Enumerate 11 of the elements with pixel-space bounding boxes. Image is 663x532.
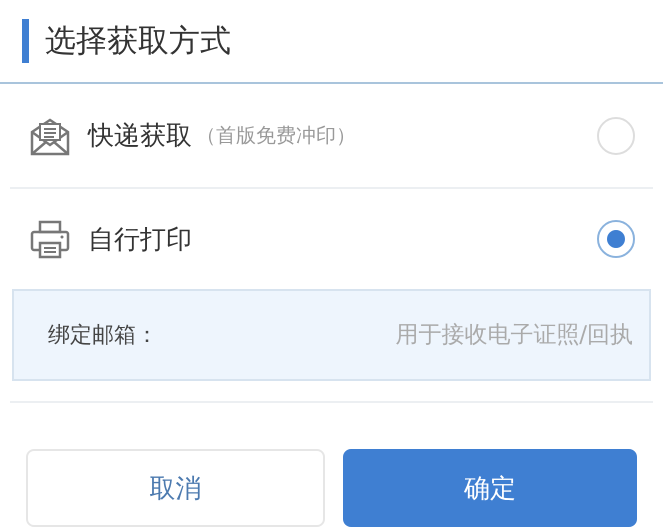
option-label: 快递获取 bbox=[88, 120, 192, 153]
accent-bar bbox=[22, 19, 29, 63]
option-note: （首版免费冲印） bbox=[196, 122, 356, 149]
confirm-button[interactable]: 确定 bbox=[342, 449, 637, 527]
radio-button[interactable] bbox=[597, 220, 635, 258]
dialog-title: 选择获取方式 bbox=[45, 22, 231, 61]
cancel-button[interactable]: 取消 bbox=[26, 449, 324, 527]
option-label: 自行打印 bbox=[88, 224, 192, 256]
email-input[interactable]: 用于接收电子证照/回执 bbox=[158, 321, 635, 349]
field-label: 绑定邮箱： bbox=[48, 322, 158, 350]
radio-button[interactable] bbox=[597, 116, 635, 154]
